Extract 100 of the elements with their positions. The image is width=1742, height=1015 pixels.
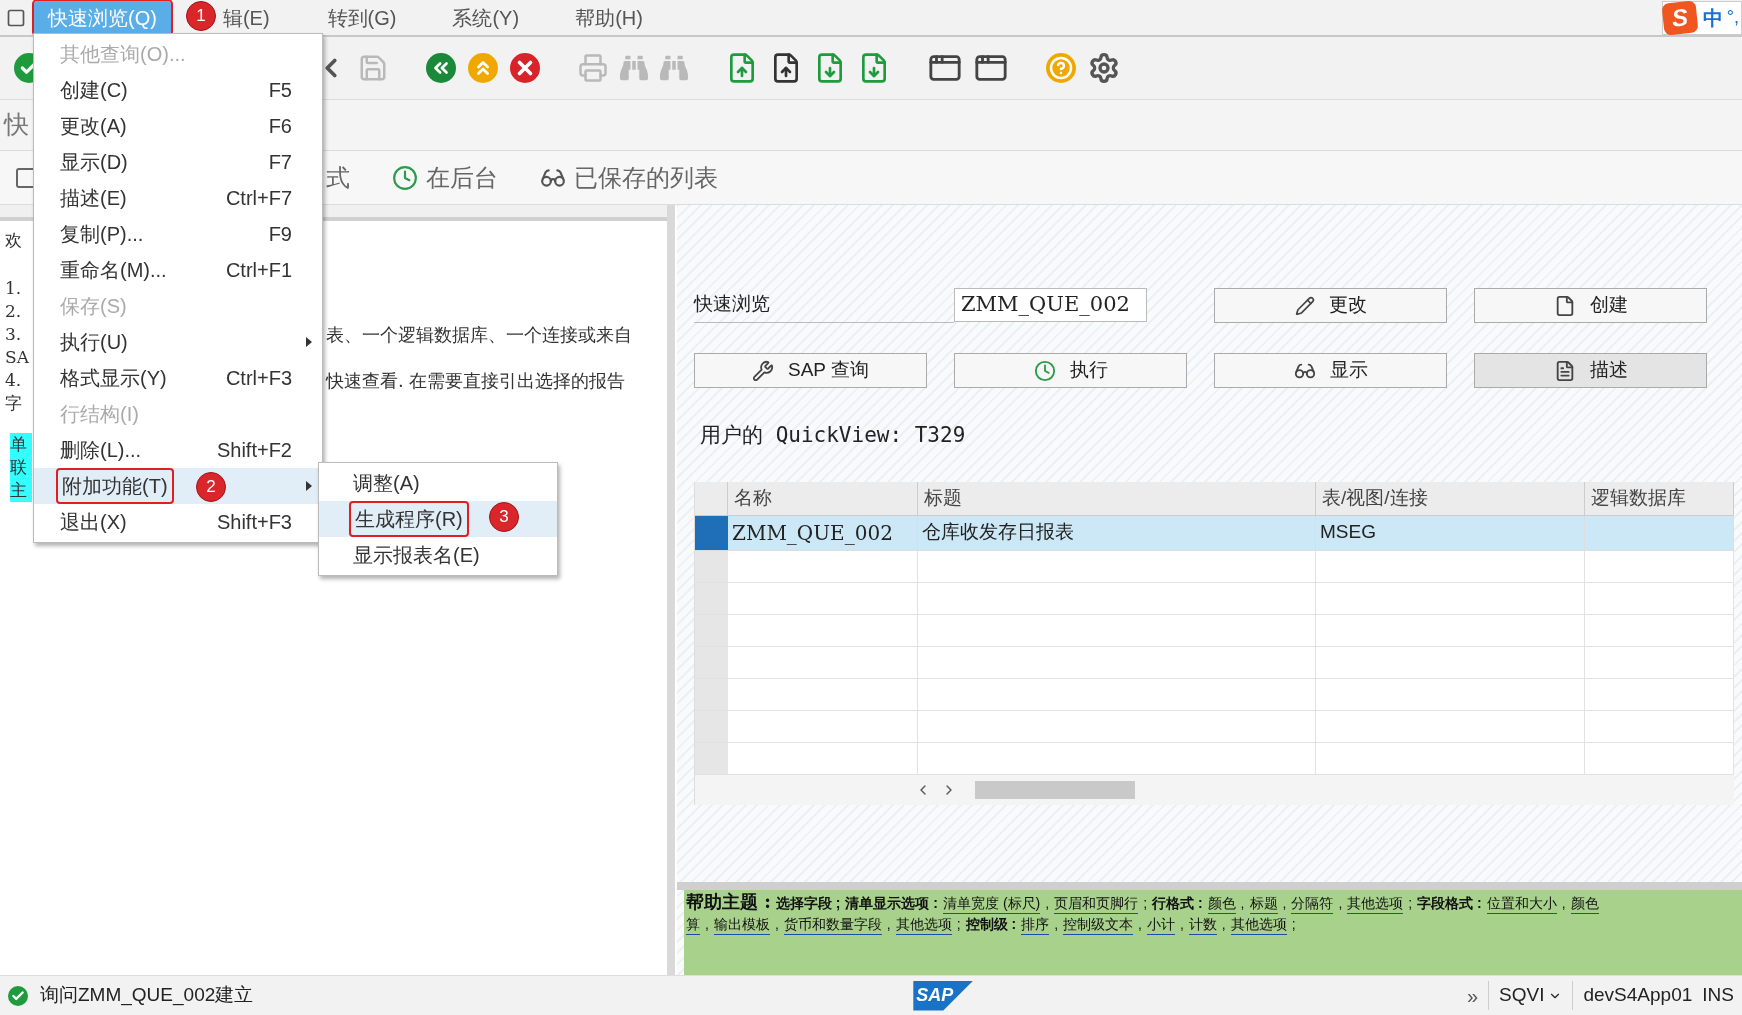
transaction-dropdown[interactable]: SQVI (1488, 981, 1573, 1010)
separator: , (1221, 915, 1226, 934)
help-label: 字段格式 : (1417, 894, 1482, 913)
separator: , (886, 915, 891, 934)
menu-bar-item[interactable]: 辑(E) (218, 0, 300, 35)
menu-item[interactable]: 显示(D) F7 (34, 144, 322, 180)
help-icon[interactable] (1046, 53, 1076, 83)
column-header: 表/视图/连接 (1316, 481, 1585, 515)
menu-item[interactable]: 执行(U) (34, 324, 322, 360)
help-link[interactable]: 页眉和页脚行 (1054, 893, 1139, 914)
menu-bar-item[interactable]: 转到(G) (299, 0, 425, 35)
help-link[interactable]: 清单宽度 (标尺) (943, 893, 1041, 914)
highlighted-text: 联 (10, 456, 28, 479)
help-link[interactable]: 小计 (1146, 914, 1175, 935)
help-link[interactable]: 计数 (1188, 914, 1217, 935)
column-header: 逻辑数据库 (1585, 481, 1734, 515)
help-text: 3. (5, 322, 23, 346)
action-button[interactable]: 创建 (1474, 288, 1707, 323)
column-header: 名称 (728, 481, 918, 515)
insert-mode: INS (1702, 983, 1735, 1008)
find-next-icon[interactable] (660, 54, 688, 82)
help-heading: 帮助主题 : (686, 892, 771, 912)
help-text: 欢 (5, 229, 23, 253)
back-icon[interactable] (426, 53, 456, 83)
menu-item[interactable]: 格式显示(Y) Ctrl+F3 (34, 360, 322, 396)
horizontal-scrollbar[interactable] (975, 780, 1135, 799)
menu-item[interactable]: 描述(E) Ctrl+F7 (34, 180, 322, 216)
help-link[interactable]: 分隔符 (1291, 893, 1334, 914)
menu-item[interactable]: 退出(X) Shift+F3 (34, 504, 322, 540)
help-link[interactable]: 货币和数量字段 (783, 914, 882, 935)
quickview-heading: 用户的 QuickView: T329 (700, 422, 967, 449)
table-cell: 仓库收发存日报表 (918, 515, 1316, 550)
menu-item[interactable]: 显示报表名(E) (319, 537, 557, 573)
help-text: 快速查看. 在需要直接引出选择的报告 (326, 369, 626, 393)
help-label: 清单显示选项 : (845, 894, 939, 913)
separator: , (1282, 894, 1287, 913)
separator: ; (1408, 894, 1413, 913)
window-menu-icon[interactable] (6, 7, 26, 28)
exit-icon[interactable] (468, 53, 498, 83)
help-link[interactable]: 颜色 (1207, 893, 1236, 914)
menu-item[interactable]: 更改(A) F6 (34, 108, 322, 144)
help-text: 表、一个逻辑数据库、一个连接或来自 (326, 323, 632, 347)
table-cell: ZMM_QUE_002 (728, 515, 918, 550)
row-selector[interactable] (695, 515, 728, 550)
ime-punctuation[interactable]: °, (1726, 4, 1739, 31)
help-link[interactable]: 标题 (1249, 893, 1278, 914)
separator: , (1045, 894, 1050, 913)
find-icon[interactable] (620, 54, 648, 82)
highlighted-text: 单 (10, 433, 28, 456)
action-button[interactable]: 更改 (1214, 288, 1447, 323)
help-link[interactable]: 其他选项 (895, 914, 952, 935)
menu-bar-item[interactable]: 帮助(H) (547, 0, 671, 35)
submenu-arrow-icon (306, 481, 312, 491)
toolbar-button[interactable]: 式 (326, 159, 350, 196)
sap-logo: SAP (913, 980, 974, 1011)
toolbar-button[interactable]: 在后台 (392, 159, 498, 196)
save-icon[interactable] (358, 53, 388, 83)
print-icon[interactable] (578, 53, 608, 83)
success-icon (8, 985, 28, 1006)
separator: , (1240, 894, 1245, 913)
settings-icon[interactable] (1088, 52, 1120, 84)
ime-logo: S (1661, 0, 1699, 36)
help-link[interactable]: 算 (686, 914, 700, 935)
help-link[interactable]: 控制级文本 (1063, 914, 1133, 935)
separator: , (705, 915, 709, 934)
separator: ; (1143, 894, 1148, 913)
separator: ; (956, 915, 961, 934)
action-button[interactable]: 描述 (1474, 353, 1707, 388)
separator: , (1054, 915, 1058, 934)
help-label: 控制级 : (965, 915, 1017, 934)
help-label: 行格式 : (1152, 894, 1203, 913)
expand-status-button[interactable]: » (1466, 980, 1479, 1011)
help-link[interactable]: 其他选项 (1347, 893, 1404, 914)
separator: , (1179, 915, 1184, 934)
help-text: 1. (5, 276, 23, 300)
menu-item[interactable]: 复制(P)... F9 (34, 216, 322, 252)
menu-item[interactable]: 删除(L)... Shift+F2 (34, 432, 322, 468)
help-link[interactable]: 颜色 (1570, 893, 1599, 914)
clock-icon (392, 164, 418, 191)
menu-bar-item[interactable]: 系统(Y) (424, 0, 548, 35)
help-link[interactable]: 排序 (1021, 914, 1050, 935)
ime-mode[interactable]: 中 (1702, 2, 1723, 33)
separator: ; (1291, 915, 1296, 934)
separator: , (1338, 894, 1343, 913)
action-button[interactable]: 执行 (954, 353, 1187, 388)
help-link[interactable]: 其他选项 (1230, 914, 1287, 935)
cancel-icon[interactable] (510, 53, 540, 83)
quickview-name-field[interactable]: ZMM_QUE_002 (954, 288, 1147, 322)
help-link[interactable]: 输出模板 (713, 914, 770, 935)
menu-item[interactable]: 重命名(M)... Ctrl+F1 (34, 252, 322, 288)
action-button[interactable]: 显示 (1214, 353, 1447, 388)
help-text: 2. (5, 299, 23, 323)
menu-item[interactable]: 创建(C) F5 (34, 72, 322, 108)
toolbar-button[interactable]: 已保存的列表 (540, 159, 718, 196)
screen-title: 快 (4, 109, 29, 141)
action-button[interactable]: SAP 查询 (694, 353, 927, 388)
submenu-arrow-icon (306, 337, 312, 347)
menu-item[interactable]: 调整(A) (319, 465, 557, 501)
help-link[interactable]: 位置和大小 (1486, 893, 1557, 914)
pencil-icon (1294, 295, 1315, 316)
